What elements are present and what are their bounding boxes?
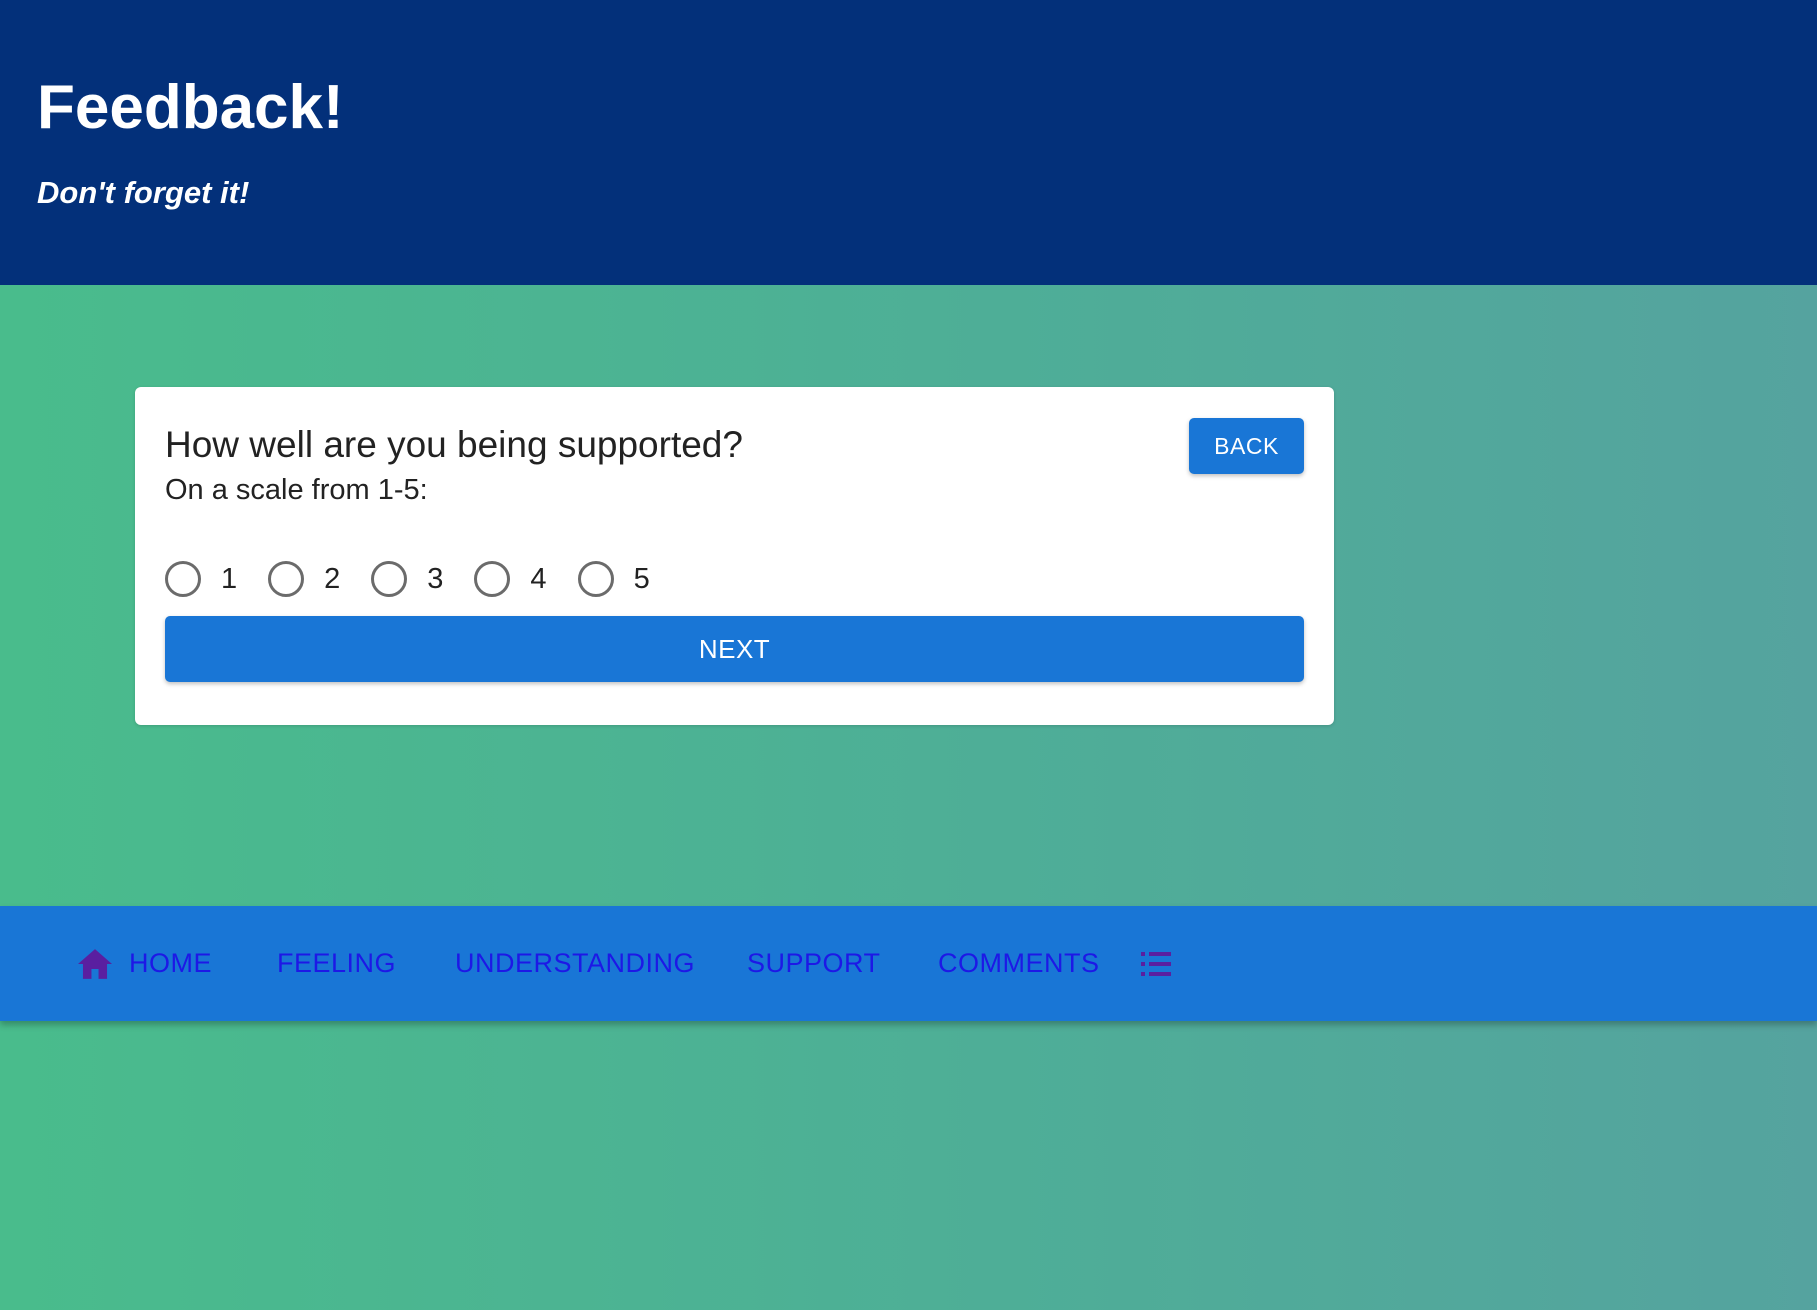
nav-item-list[interactable] <box>1141 906 1171 1021</box>
nav-item-feeling[interactable]: FEELING <box>277 906 396 1021</box>
rating-label: 1 <box>221 563 238 595</box>
radio-circle[interactable] <box>165 561 201 597</box>
site-tagline: Don't forget it! <box>37 175 250 210</box>
rating-option-5[interactable]: 5 <box>577 561 650 597</box>
next-button[interactable]: NEXT <box>165 616 1304 682</box>
rating-option-2[interactable]: 2 <box>268 561 340 597</box>
rating-option-4[interactable]: 4 <box>474 561 547 597</box>
radio-circle[interactable] <box>474 561 511 597</box>
nav-item-label: FEELING <box>277 948 397 978</box>
nav-item-label: SUPPORT <box>747 948 881 978</box>
nav-item-home[interactable]: HOME <box>78 906 212 1021</box>
rating-option-1[interactable]: 1 <box>165 561 237 597</box>
nav-item-comments[interactable]: COMMENTS <box>938 906 1100 1021</box>
rating-label: 3 <box>427 563 444 595</box>
question-title: How well are you being supported? <box>165 424 743 465</box>
home-icon <box>78 948 112 979</box>
rating-option-3[interactable]: 3 <box>371 561 443 597</box>
rating-label: 5 <box>633 563 650 595</box>
scale-hint: On a scale from 1-5: <box>165 474 428 506</box>
bottom-nav: HOME FEELING UNDERSTANDING SUPPORT COMME… <box>0 906 1817 1021</box>
radio-circle[interactable] <box>268 561 305 597</box>
radio-circle[interactable] <box>371 561 408 597</box>
nav-item-understanding[interactable]: UNDERSTANDING <box>455 906 695 1021</box>
question-card: How well are you being supported? On a s… <box>135 387 1334 725</box>
nav-item-label: HOME <box>129 948 212 978</box>
app-header: Feedback! Don't forget it! <box>0 0 1817 285</box>
site-title: Feedback! <box>37 73 344 142</box>
rating-label: 4 <box>530 563 547 595</box>
rating-radio-group: 1 2 3 4 5 <box>165 559 681 599</box>
nav-item-support[interactable]: SUPPORT <box>747 906 881 1021</box>
back-button[interactable]: BACK <box>1189 418 1304 474</box>
rating-label: 2 <box>324 563 341 595</box>
nav-item-label: COMMENTS <box>938 948 1100 978</box>
nav-item-label: UNDERSTANDING <box>455 948 696 978</box>
list-icon <box>1141 951 1171 976</box>
radio-circle[interactable] <box>577 561 614 597</box>
